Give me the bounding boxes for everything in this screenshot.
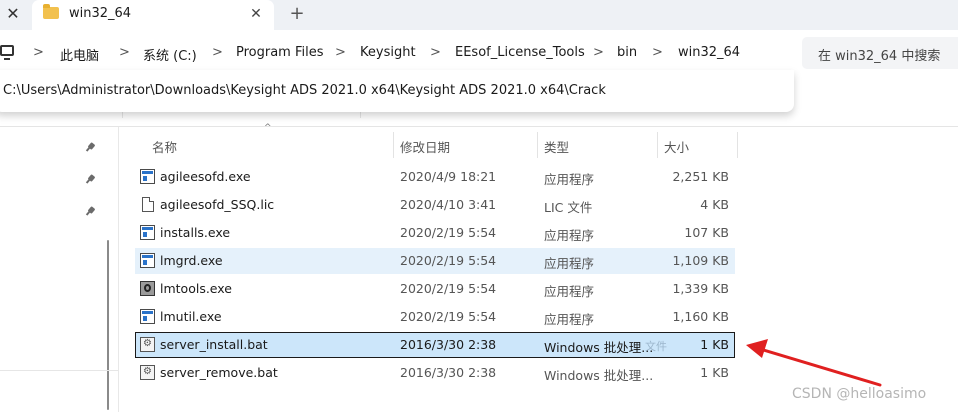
breadcrumb-bin[interactable]: bin	[617, 45, 637, 60]
breadcrumb-separator[interactable]: >	[212, 45, 223, 60]
search-placeholder: 在 win32_64 中搜索	[818, 49, 941, 64]
file-row[interactable]: lmtools.exe 2020/2/19 5:54 应用程序 1,339 KB	[135, 276, 735, 302]
file-type: 应用程序	[544, 284, 595, 299]
close-window-button[interactable]: ✕	[2, 4, 24, 24]
nav-divider	[0, 370, 118, 371]
tool-icon	[140, 281, 155, 296]
file-row[interactable]: installs.exe 2020/2/19 5:54 应用程序 107 KB	[135, 220, 735, 246]
file-name: lmtools.exe	[160, 281, 232, 296]
path-suggestion[interactable]: C:\Users\Administrator\Downloads\Keysigh…	[3, 83, 606, 98]
file-name: server_install.bat	[160, 337, 268, 352]
file-size: 1 KB	[700, 337, 729, 352]
file-modified: 2020/2/19 5:54	[400, 225, 497, 240]
breadcrumb-separator[interactable]: >	[430, 45, 441, 60]
tab-win32-64[interactable]: win32_64 ✕	[32, 0, 274, 30]
file-modified: 2020/4/10 3:41	[400, 197, 497, 212]
file-type: Windows 批处理...	[544, 340, 654, 355]
breadcrumb-keysight[interactable]: Keysight	[360, 45, 416, 60]
column-header-type[interactable]: 类型	[544, 137, 569, 159]
column-divider[interactable]	[737, 132, 738, 158]
breadcrumb-separator[interactable]: >	[593, 45, 604, 60]
file-row[interactable]: server_remove.bat 2016/3/30 2:38 Windows…	[135, 360, 735, 386]
file-size: 1,339 KB	[672, 281, 729, 296]
column-divider[interactable]	[393, 132, 394, 158]
exe-icon	[140, 309, 155, 324]
column-header-size[interactable]: 大小	[664, 137, 689, 159]
exe-icon	[140, 225, 155, 240]
file-name: installs.exe	[160, 225, 231, 240]
file-modified: 2020/2/19 5:54	[400, 309, 497, 324]
file-size: 2,251 KB	[672, 169, 729, 184]
breadcrumb-system-c[interactable]: 系统 (C:)	[143, 45, 197, 64]
file-type: 应用程序	[544, 228, 595, 243]
column-divider[interactable]	[657, 132, 658, 158]
file-type: LIC 文件	[544, 200, 593, 215]
file-type: 应用程序	[544, 172, 595, 187]
file-type: 应用程序	[544, 256, 595, 271]
breadcrumb-program-files[interactable]: Program Files	[236, 45, 324, 60]
file-row-selected[interactable]: server_install.bat 2016/3/30 2:38 Window…	[135, 332, 735, 358]
file-row[interactable]: lmgrd.exe 2020/2/19 5:54 应用程序 1,109 KB	[135, 248, 735, 274]
file-modified: 2016/3/30 2:38	[400, 337, 497, 352]
path-dropdown[interactable]: C:\Users\Administrator\Downloads\Keysigh…	[0, 70, 794, 112]
file-name: agileesofd.exe	[160, 169, 251, 184]
file-size: 1 KB	[700, 365, 729, 380]
breadcrumb-separator[interactable]: >	[335, 45, 346, 60]
file-name: lmutil.exe	[160, 309, 222, 324]
breadcrumb-win32-64[interactable]: win32_64	[678, 45, 740, 60]
file-type: Windows 批处理...	[544, 368, 654, 383]
search-input[interactable]: 在 win32_64 中搜索	[802, 37, 958, 69]
file-modified: 2020/4/9 18:21	[400, 169, 497, 184]
tab-title: win32_64	[69, 6, 132, 21]
breadcrumb-separator[interactable]: >	[652, 45, 663, 60]
file-row[interactable]: agileesofd.exe 2020/4/9 18:21 应用程序 2,251…	[135, 164, 735, 190]
breadcrumb-separator[interactable]: >	[119, 45, 130, 60]
type-tooltip-ghost: 文件	[645, 340, 667, 353]
batch-file-icon	[140, 365, 155, 380]
folder-icon	[43, 4, 59, 19]
new-tab-button[interactable]: +	[286, 3, 308, 25]
pin-icon	[86, 174, 96, 185]
file-name: lmgrd.exe	[160, 253, 223, 268]
exe-icon	[140, 253, 155, 268]
pin-icon	[86, 206, 96, 217]
file-name: server_remove.bat	[160, 365, 278, 380]
file-modified: 2016/3/30 2:38	[400, 365, 497, 380]
column-divider[interactable]	[537, 132, 538, 158]
breadcrumb-eesof-license-tools[interactable]: EEsof_License_Tools	[455, 45, 585, 60]
file-row[interactable]: lmutil.exe 2020/2/19 5:54 应用程序 1,160 KB	[135, 304, 735, 330]
file-row[interactable]: agileesofd_SSQ.lic 2020/4/10 3:41 LIC 文件…	[135, 192, 735, 218]
breadcrumb-separator[interactable]: >	[33, 45, 44, 60]
column-header-modified[interactable]: 修改日期	[400, 137, 450, 159]
watermark: CSDN @helloasimo	[792, 386, 927, 402]
sort-ascending-icon: ^	[264, 123, 272, 133]
batch-file-icon	[140, 337, 155, 352]
this-pc-icon[interactable]	[0, 45, 14, 60]
close-tab-button[interactable]: ✕	[247, 5, 265, 23]
tab-strip: ✕ win32_64 ✕ +	[0, 0, 958, 30]
file-size: 107 KB	[684, 225, 729, 240]
file-size: 4 KB	[700, 197, 729, 212]
file-size: 1,109 KB	[672, 253, 729, 268]
file-type: 应用程序	[544, 312, 595, 327]
exe-icon	[140, 169, 155, 184]
nav-scrollbar[interactable]	[107, 240, 109, 410]
breadcrumb-this-pc[interactable]: 此电脑	[60, 45, 99, 64]
column-header-name[interactable]: 名称	[152, 137, 177, 159]
pin-icon	[86, 142, 96, 153]
file-size: 1,160 KB	[672, 309, 729, 324]
file-modified: 2020/2/19 5:54	[400, 253, 497, 268]
file-name: agileesofd_SSQ.lic	[160, 197, 275, 212]
file-modified: 2020/2/19 5:54	[400, 281, 497, 296]
document-icon	[142, 197, 154, 212]
